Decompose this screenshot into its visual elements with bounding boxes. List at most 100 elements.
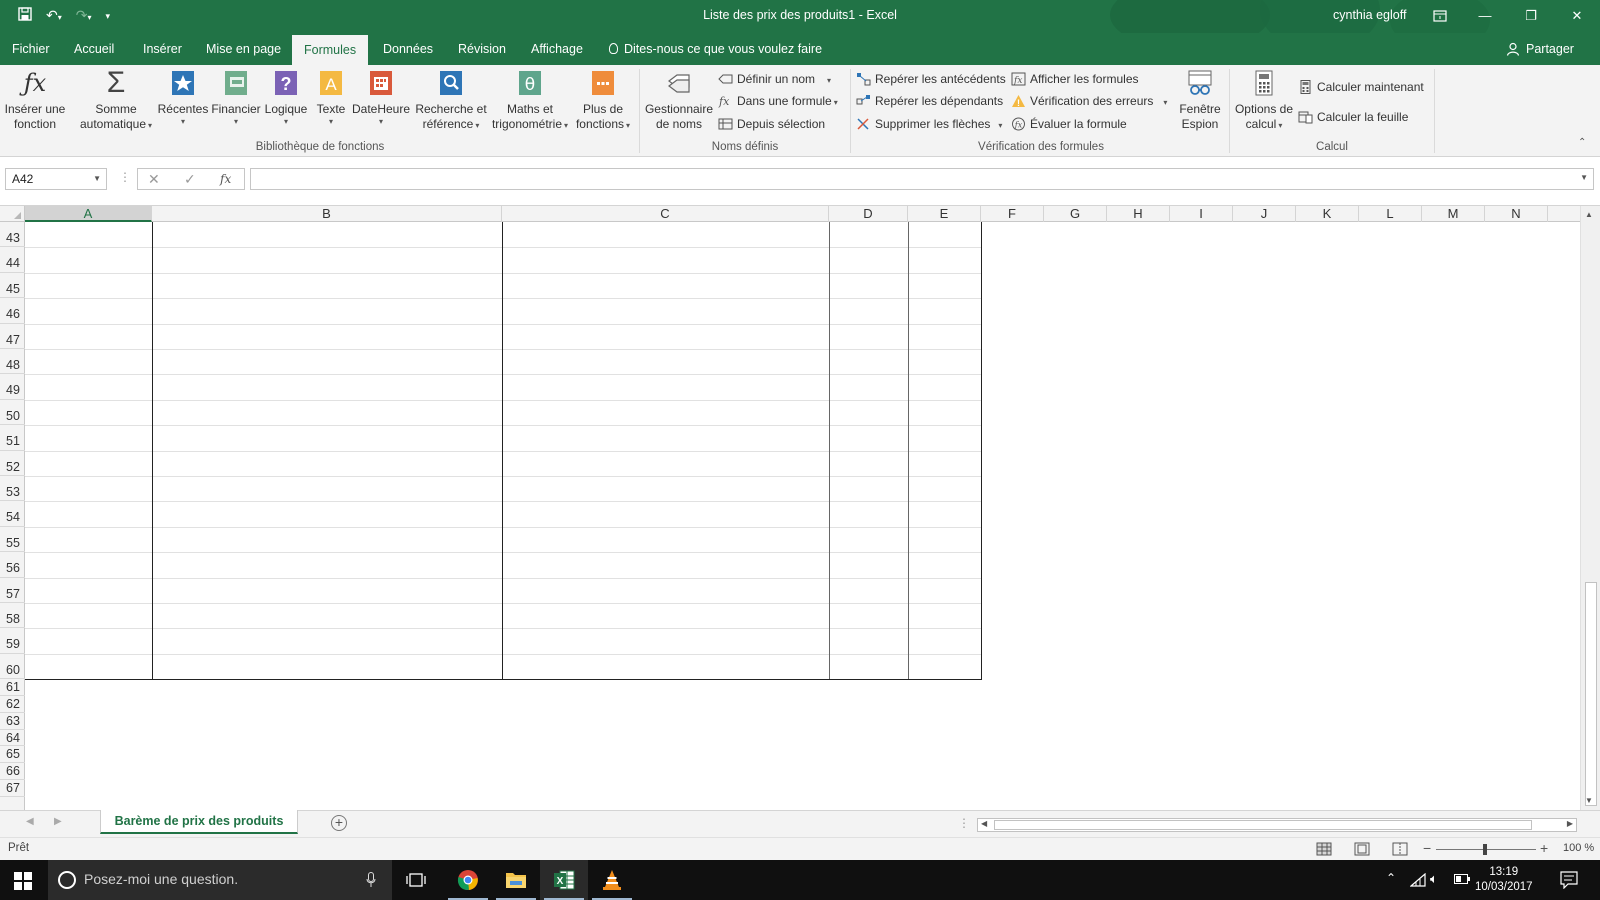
row-header-59[interactable]: 59 [0,628,25,654]
formula-bar-resize-handle[interactable]: ⋮ [119,170,131,184]
action-center-icon[interactable] [1560,871,1578,889]
trace-dependents-button[interactable]: Repérer les dépendants [856,91,1003,111]
horizontal-scrollbar[interactable]: ◀ ▶ [977,818,1577,832]
more-functions-button[interactable]: Plus de fonctions ▾ [574,69,632,133]
column-header-e[interactable]: E [908,206,981,222]
row-header-50[interactable]: 50 [0,400,25,426]
calculation-options-button[interactable]: Options de calcul ▾ [1233,69,1295,133]
row-header-54[interactable]: 54 [0,501,25,527]
scroll-down-icon[interactable]: ▼ [1585,796,1593,805]
microphone-icon[interactable] [366,872,376,888]
text-functions-button[interactable]: A Texte ▾ [313,69,349,127]
zoom-level[interactable]: 100 % [1563,842,1594,854]
row-header-44[interactable]: 44 [0,247,25,273]
formula-input[interactable]: ▼ [250,168,1594,190]
tab-split-handle[interactable]: ⋮ [958,816,970,830]
column-header-n[interactable]: N [1485,206,1548,222]
insert-function-button[interactable]: ƒx Insérer une fonction [4,69,66,132]
row-header-48[interactable]: 48 [0,349,25,375]
row-header-47[interactable]: 47 [0,324,25,349]
column-header-j[interactable]: J [1233,206,1296,222]
tab-formulas[interactable]: Formules [292,35,369,65]
math-functions-button[interactable]: θ Maths et trigonométrie ▾ [488,69,572,133]
row-header-66[interactable]: 66 [0,763,25,780]
remove-arrows-button[interactable]: Supprimer les flèches ▾ [856,114,1002,134]
show-hidden-icons[interactable]: ⌃ [1386,871,1396,885]
zoom-slider-knob[interactable] [1483,844,1487,855]
row-header-58[interactable]: 58 [0,603,25,629]
tab-insert[interactable]: Insérer [141,33,184,65]
cancel-entry-icon[interactable]: ✕ [148,169,160,189]
column-header-b[interactable]: B [152,206,502,222]
select-all-corner[interactable] [0,206,25,222]
expand-formula-bar-icon[interactable]: ▼ [1580,173,1588,182]
watch-window-button[interactable]: Fenêtre Espion [1172,69,1228,132]
row-header-56[interactable]: 56 [0,552,25,578]
scroll-up-icon[interactable]: ▲ [1585,210,1593,219]
sheet-tab-active[interactable]: Barème de prix des produits [100,810,298,834]
normal-view-icon[interactable] [1316,842,1332,856]
row-header-61[interactable]: 61 [0,679,25,696]
evaluate-formula-button[interactable]: fx Évaluer la formule [1011,114,1127,134]
row-header-45[interactable]: 45 [0,273,25,299]
taskbar-file-explorer[interactable] [492,860,540,900]
worksheet-grid[interactable] [25,222,1580,810]
tab-view[interactable]: Affichage [529,33,585,65]
name-manager-button[interactable]: Gestionnaire de noms [644,69,714,132]
minimize-icon[interactable]: — [1462,4,1508,28]
confirm-entry-icon[interactable]: ✓ [184,169,196,189]
user-name[interactable]: cynthia egloff [1333,8,1406,22]
row-header-64[interactable]: 64 [0,730,25,747]
row-header-55[interactable]: 55 [0,527,25,553]
vertical-scroll-thumb[interactable] [1585,582,1597,806]
horizontal-scroll-thumb[interactable] [994,820,1532,830]
prev-sheet-icon[interactable]: ◀ [26,816,34,827]
row-header-43[interactable]: 43 [0,222,25,248]
row-header-63[interactable]: 63 [0,713,25,730]
volume-icon[interactable]: 🔈︎ [1430,871,1438,887]
taskbar-search[interactable]: Posez-moi une question. [48,860,392,900]
column-header-h[interactable]: H [1107,206,1170,222]
row-header-57[interactable]: 57 [0,578,25,603]
error-checking-button[interactable]: ! Vérification des erreurs ▾ [1011,91,1167,111]
row-header-46[interactable]: 46 [0,298,25,324]
taskbar-excel[interactable]: X [540,860,588,900]
zoom-in-icon[interactable]: + [1540,840,1548,856]
column-header-i[interactable]: I [1170,206,1233,222]
add-sheet-icon[interactable]: + [331,815,347,831]
collapse-ribbon-icon[interactable]: ⌃ [1578,137,1586,148]
vertical-scrollbar[interactable]: ▲ ▼ [1580,206,1600,810]
battery-icon[interactable] [1454,874,1470,884]
column-header-l[interactable]: L [1359,206,1422,222]
windows-start-icon[interactable] [14,872,32,890]
page-layout-view-icon[interactable] [1354,842,1370,856]
close-icon[interactable]: ✕ [1554,4,1600,28]
autosum-button[interactable]: Σ Somme automatique ▾ [76,68,156,133]
column-header-a[interactable]: A [25,206,152,222]
tab-review[interactable]: Révision [456,33,508,65]
show-formulas-button[interactable]: fx Afficher les formules [1011,69,1139,89]
column-header-c[interactable]: C [502,206,829,222]
restore-icon[interactable]: ❐ [1508,4,1554,28]
tab-file[interactable]: Fichier [10,33,52,65]
row-header-62[interactable]: 62 [0,696,25,713]
column-header-k[interactable]: K [1296,206,1359,222]
financial-functions-button[interactable]: Financier ▾ [210,69,262,127]
row-header-65[interactable]: 65 [0,746,25,764]
row-header-51[interactable]: 51 [0,425,25,451]
scroll-right-icon[interactable]: ▶ [1567,819,1573,828]
ribbon-display-options-icon[interactable] [1417,4,1463,28]
next-sheet-icon[interactable]: ▶ [54,816,62,827]
taskbar-vlc[interactable] [588,860,636,900]
taskbar-chrome[interactable] [444,860,492,900]
tab-page-layout[interactable]: Mise en page [204,33,283,65]
recent-functions-button[interactable]: Récentes ▾ [157,69,209,127]
page-break-preview-icon[interactable] [1392,842,1408,856]
row-header-60[interactable]: 60 [0,654,25,680]
use-in-formula-button[interactable]: fx Dans une formule ▾ [718,91,838,111]
zoom-out-icon[interactable]: − [1423,840,1431,856]
insert-function-fx-icon[interactable]: fx [220,169,231,189]
scroll-left-icon[interactable]: ◀ [981,819,987,828]
chevron-down-icon[interactable]: ▼ [93,169,101,189]
tell-me-search[interactable]: Dites-nous ce que vous voulez faire [609,33,822,65]
